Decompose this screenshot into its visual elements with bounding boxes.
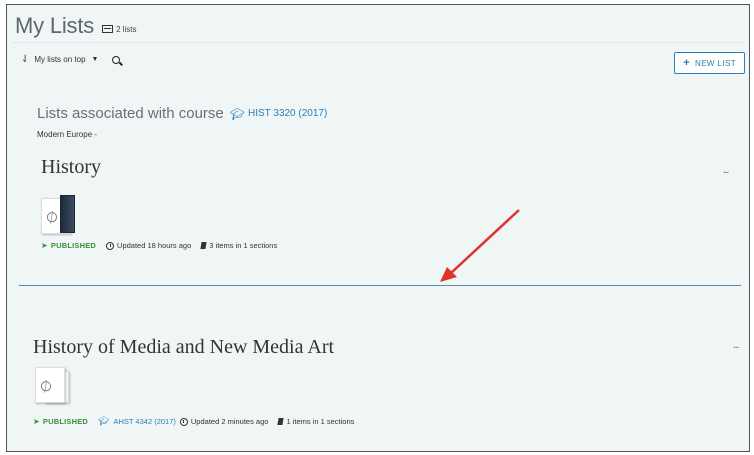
- status-label: PUBLISHED: [42, 417, 89, 426]
- annotation-arrow: [440, 209, 520, 282]
- book-icon: [277, 418, 285, 425]
- clock-icon: [179, 417, 188, 426]
- course-tag[interactable]: 🎓︎ AHST 4342 (2017): [98, 416, 176, 427]
- list-thumbnail[interactable]: ∅: [35, 367, 65, 403]
- course-tag-label: AHST 4342 (2017): [113, 417, 176, 426]
- list-title[interactable]: History of Media and New Media Art: [33, 336, 334, 359]
- more-icon[interactable]: ...: [733, 340, 739, 351]
- page-scribble-icon: ∅: [36, 376, 56, 397]
- my-lists-panel: My Lists 2 lists ⇃ My lists on top ▼ + N…: [6, 4, 750, 452]
- list-meta: ➤ PUBLISHED 🎓︎ AHST 4342 (2017) Updated …: [33, 416, 354, 427]
- paper-plane-icon: ➤: [33, 417, 40, 426]
- graduation-cap-icon: 🎓︎: [98, 416, 110, 426]
- arrow-shaft: [450, 209, 520, 274]
- items-count: 1 items in 1 sections: [286, 417, 355, 426]
- updated-time: Updated 2 minutes ago: [190, 417, 269, 426]
- status-badge: ➤ PUBLISHED: [33, 417, 88, 426]
